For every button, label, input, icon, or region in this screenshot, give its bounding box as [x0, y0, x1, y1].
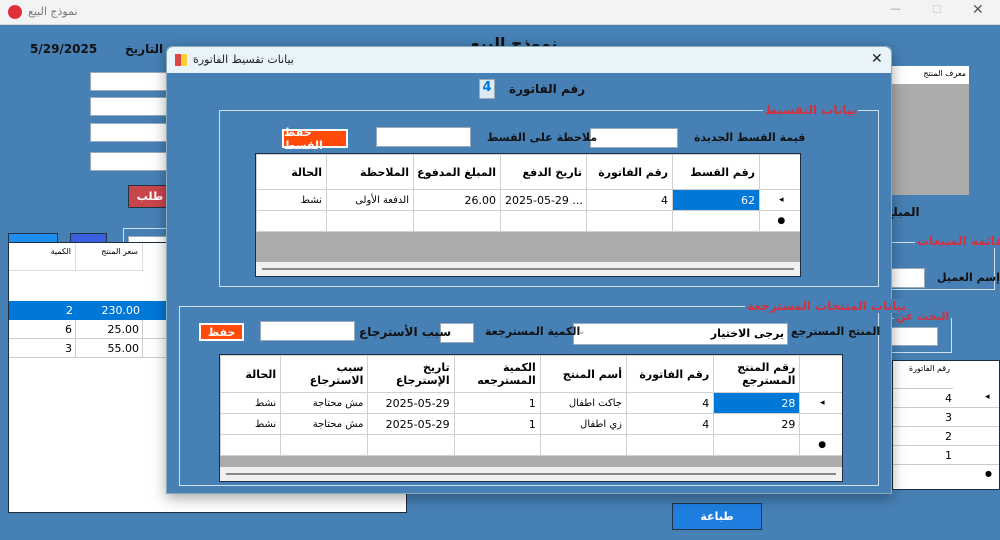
column-header-product-id[interactable]: معرف المنتج [892, 66, 969, 84]
new-row[interactable]: ● [220, 434, 842, 456]
invoice-number-value: 4 [479, 79, 495, 99]
invoice-number-label: رقم الفاتورة [509, 82, 586, 96]
app-icon [8, 5, 22, 19]
horizontal-scrollbar[interactable] [256, 262, 800, 276]
column-header-quantity[interactable]: الكمية [9, 243, 76, 270]
column-header[interactable]: الكمية المسترجعه [453, 355, 541, 393]
title-bar: نموذج البيع — ☐ ✕ [0, 0, 1000, 25]
column-header-price[interactable]: سعر المنتج [76, 243, 143, 270]
returns-group-label: بيانات المنتجات المسترجعة [745, 299, 908, 313]
column-header[interactable]: الحالة [256, 154, 327, 190]
column-header-invoice-number[interactable]: رقم الفاتورة [893, 361, 953, 389]
returned-product-combobox[interactable]: ⌄ يرجى الاختيار [573, 323, 788, 345]
table-row[interactable]: ◂ 28 4 جاكت اطفال 1 2025-05-29 مش محتاجة… [220, 392, 842, 414]
date-label: التاريخ [125, 42, 164, 56]
text-field-2[interactable] [90, 97, 170, 116]
dialog-icon [175, 54, 187, 66]
installments-grid[interactable]: رقم القسط رقم الفاتورة تاريخ الدفع المبل… [255, 153, 801, 277]
table-row[interactable]: ◂ 62 4 2025-05-29 ... 26.00 الدفعة الأول… [256, 189, 800, 211]
minimize-button[interactable]: — [890, 2, 901, 15]
horizontal-scrollbar[interactable] [220, 467, 842, 481]
dialog-close-button[interactable]: ✕ [871, 51, 883, 67]
close-button[interactable]: ✕ [972, 2, 984, 18]
installments-group-label: بيانات التقسيط [763, 103, 859, 117]
text-field-4[interactable] [90, 152, 170, 171]
returned-product-label: المنتج المسترجع [791, 325, 881, 338]
column-header[interactable]: تاريخ الدفع [500, 154, 587, 190]
installment-note-field[interactable] [376, 127, 471, 147]
text-field-3[interactable] [90, 123, 170, 142]
dialog-title-bar: بيانات تقسيط الفاتورة ✕ [167, 47, 891, 73]
table-row[interactable]: 2 [893, 427, 999, 446]
column-header[interactable]: أسم المنتج [539, 355, 628, 393]
text-field-1[interactable] [90, 72, 170, 91]
column-header[interactable]: سبب الاسترجاع [280, 355, 369, 393]
new-row[interactable]: ● [256, 210, 800, 232]
product-grid[interactable]: معرف المنتج [892, 66, 969, 195]
returns-grid[interactable]: رقم المنتج المسترجع رقم الفاتورة أسم الم… [219, 354, 843, 482]
installment-note-label: ملاحظة على القسط [487, 131, 598, 144]
return-reason-field[interactable] [260, 321, 355, 341]
new-installment-field[interactable] [590, 128, 678, 148]
column-header[interactable]: رقم المنتج المسترجع [713, 355, 801, 393]
column-header[interactable]: رقم الفاتورة [586, 154, 673, 190]
save-return-button[interactable]: حفظ [199, 323, 244, 341]
sales-list-label: قائمة المبيعات [915, 234, 1000, 248]
column-header[interactable]: المبلغ المدفوع [413, 154, 501, 190]
column-header[interactable]: الحالة [220, 355, 282, 393]
table-row[interactable]: 29 4 زي اطفال 1 2025-05-29 مش محتاجة نشط [220, 413, 842, 435]
print-button[interactable]: طباعة [672, 503, 762, 530]
installment-dialog: بيانات تقسيط الفاتورة ✕ رقم الفاتورة 4 ب… [166, 46, 908, 494]
table-row[interactable]: 4 ◂ [893, 389, 999, 408]
table-row[interactable]: 1 [893, 446, 999, 465]
save-installment-button[interactable]: حفظ القسط [282, 126, 348, 152]
column-header[interactable]: الملاحظة [326, 154, 414, 190]
returned-qty-label: الكمية المسترجعة [485, 325, 581, 338]
new-installment-label: قيمة القسط الجديدة [694, 131, 806, 144]
column-header[interactable]: رقم الفاتورة [625, 355, 715, 393]
date-value: 5/29/2025 [30, 42, 98, 56]
dialog-title: بيانات تقسيط الفاتورة [193, 53, 294, 66]
invoice-grid[interactable]: رقم الفاتورة 4 ◂ 3 2 1 ● [892, 360, 1000, 490]
table-row[interactable]: 3 [893, 408, 999, 427]
return-reason-label: سبب الأسترجاع [359, 325, 452, 339]
column-header[interactable]: رقم القسط [672, 154, 760, 190]
column-header[interactable]: تاريخ الإسترجاع [367, 355, 455, 393]
search-field[interactable] [885, 327, 938, 346]
window-title: نموذج البيع [28, 5, 78, 18]
customer-name-label: إسم العميل [937, 271, 1000, 284]
maximize-button[interactable]: ☐ [932, 3, 942, 16]
